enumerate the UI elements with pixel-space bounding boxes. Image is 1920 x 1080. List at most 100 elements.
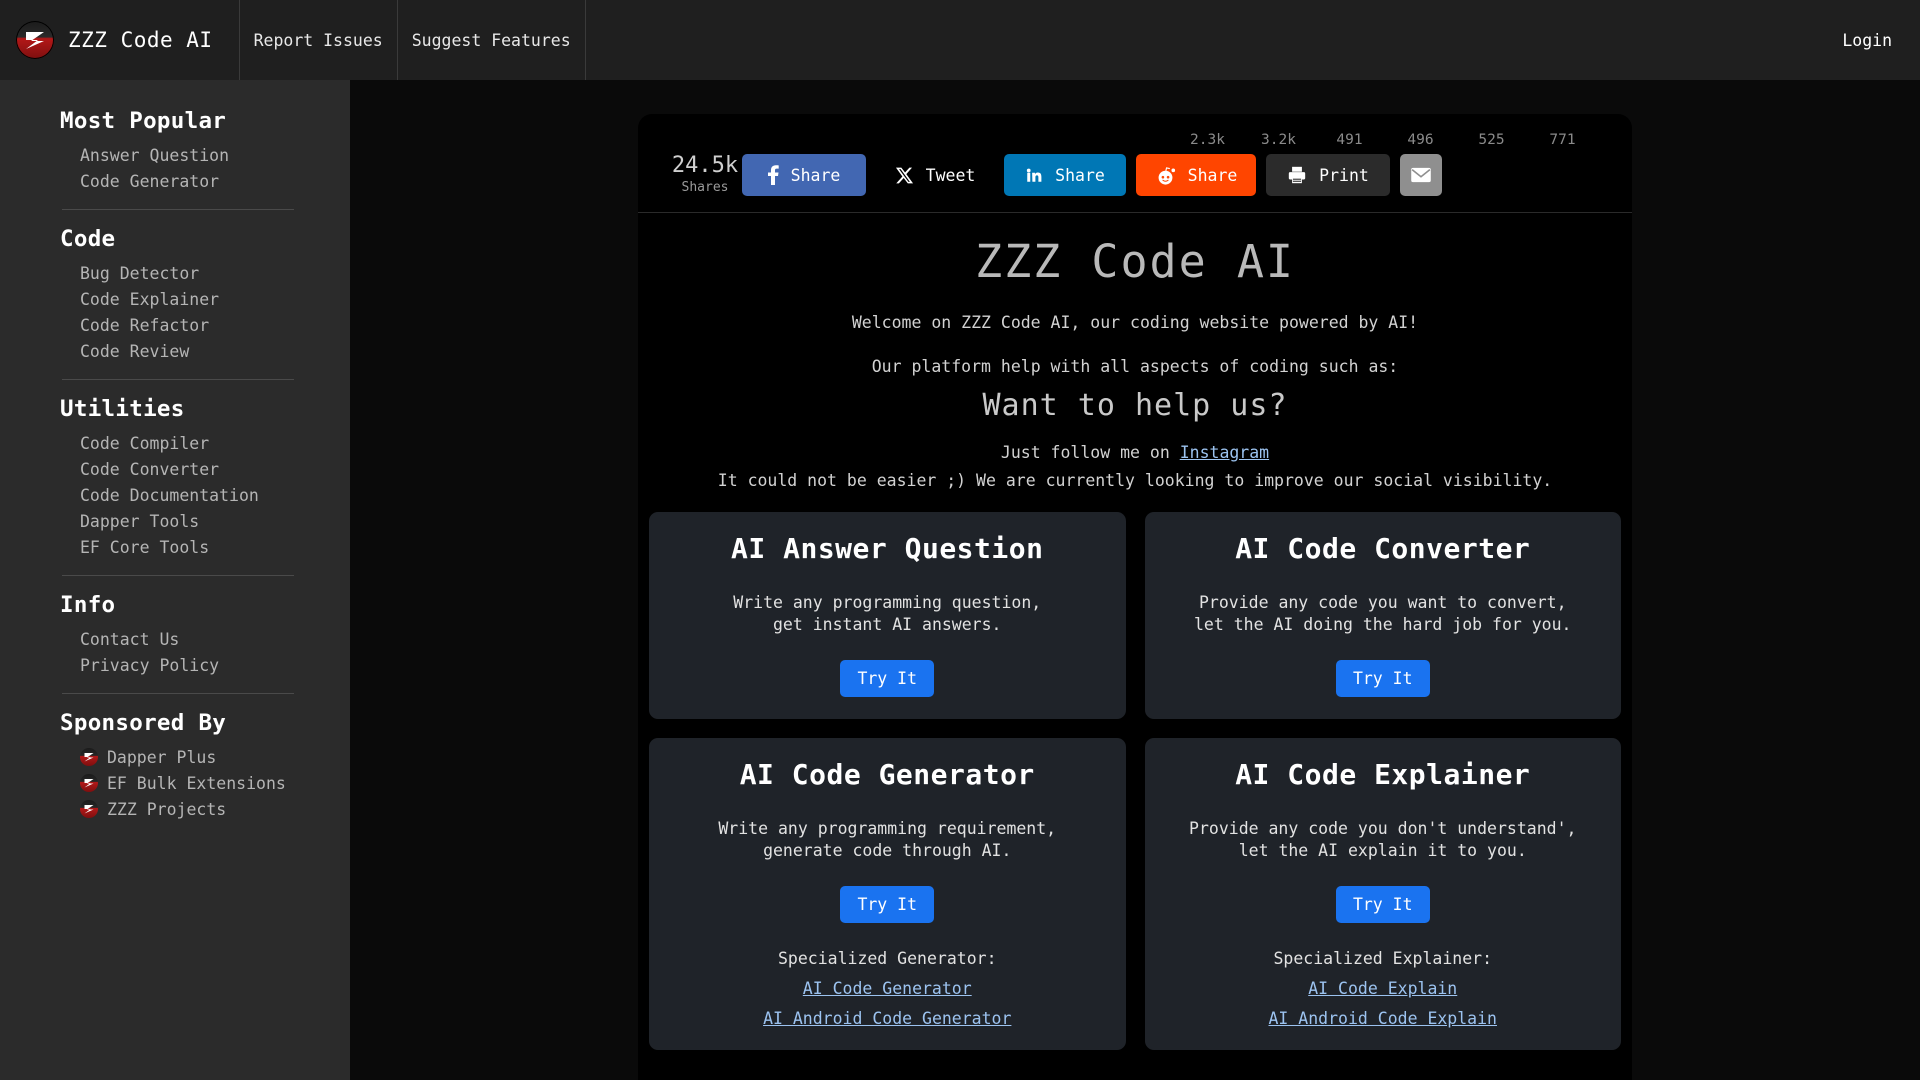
feature-card-ai-code-converter: AI Code Converter Provide any code you wa… xyxy=(1144,512,1621,720)
lightning-bolt-shape xyxy=(84,753,94,762)
try-it-button[interactable]: Try It xyxy=(1335,660,1430,698)
sidebar-item-code-refactor[interactable]: Code Refactor xyxy=(60,312,294,338)
card-description-line1: Write any programming question, xyxy=(733,593,1042,613)
card-description: Write any programming requirement, genera… xyxy=(667,818,1108,862)
card-title: AI Code Explainer xyxy=(1235,758,1531,792)
main-content: 2.3k 3.2k 491 496 525 771 24.5k Shares Share xyxy=(350,80,1920,1080)
total-shares: 24.5k Shares xyxy=(668,153,742,196)
sidebar-item-privacy-policy[interactable]: Privacy Policy xyxy=(60,652,294,678)
sidebar-group-most-popular: Most Popular Answer Question Code Generato… xyxy=(60,108,294,194)
print-label: Print xyxy=(1319,165,1369,185)
sidebar-group-title: Code xyxy=(60,226,116,252)
sidebar-divider xyxy=(62,693,294,694)
sidebar-item-bug-detector[interactable]: Bug Detector xyxy=(60,260,294,286)
sidebar-group-title: Most Popular xyxy=(60,108,227,134)
visibility-text: It could not be easier ;) We are current… xyxy=(717,471,1553,491)
card-description: Provide any code you want to convert, let… xyxy=(1163,592,1604,636)
sidebar-group-code: Code Bug Detector Code Explainer Code Refac… xyxy=(60,226,294,364)
sidebar-item-code-compiler[interactable]: Code Compiler xyxy=(60,430,294,456)
sidebar-item-code-explainer[interactable]: Code Explainer xyxy=(60,286,294,312)
try-it-button[interactable]: Try It xyxy=(1335,886,1430,924)
sidebar-group-sponsored-by: Sponsored By Dapper Plus EF Bulk Extension… xyxy=(60,710,294,822)
total-shares-label: Shares xyxy=(681,180,729,195)
nav-link-report-issues[interactable]: Report Issues xyxy=(238,0,397,80)
sidebar-item-ef-core-tools[interactable]: EF Core Tools xyxy=(60,534,294,560)
share-count-email: 771 xyxy=(1549,132,1576,148)
card-title: AI Code Converter xyxy=(1235,532,1531,566)
reddit-share-button[interactable]: Share xyxy=(1136,154,1256,196)
lightning-bolt-shape xyxy=(84,779,94,788)
card-title: AI Code Generator xyxy=(739,758,1035,792)
specialized-link-1[interactable]: AI Code Explain xyxy=(1163,979,1604,998)
envelope-icon xyxy=(1410,167,1432,183)
brand[interactable]: ZZZ Code AI xyxy=(16,21,239,59)
share-count-print: 525 xyxy=(1478,132,1505,148)
specialized-link-2[interactable]: AI Android Code Explain xyxy=(1163,1009,1604,1028)
facebook-share-button[interactable]: Share xyxy=(742,154,866,196)
zzz-bolt-logo-icon xyxy=(80,774,98,792)
try-it-button[interactable]: Try It xyxy=(840,886,935,924)
email-share-button[interactable] xyxy=(1400,154,1442,196)
sidebar-item-code-review[interactable]: Code Review xyxy=(60,338,294,364)
linkedin-share-button[interactable]: Share xyxy=(1004,154,1126,196)
sidebar: Most Popular Answer Question Code Generato… xyxy=(0,80,350,1080)
content-panel: 2.3k 3.2k 491 496 525 771 24.5k Shares Share xyxy=(638,114,1632,1080)
share-count-reddit: 496 xyxy=(1407,132,1434,148)
linkedin-share-label: Share xyxy=(1055,165,1105,185)
instagram-link[interactable]: Instagram xyxy=(1180,443,1269,462)
linkedin-icon xyxy=(1025,166,1043,184)
share-count-facebook: 2.3k xyxy=(1190,132,1225,148)
feature-cards-grid: AI Answer Question Write any programming … xyxy=(638,494,1632,1051)
printer-icon xyxy=(1287,166,1307,184)
share-count-twitter: 3.2k xyxy=(1261,132,1296,148)
follow-line: Just follow me on Instagram xyxy=(678,443,1592,462)
sidebar-item-contact-us[interactable]: Contact Us xyxy=(60,626,294,652)
share-counts: 2.3k 3.2k 491 496 525 771 xyxy=(668,132,1602,148)
hero-section: ZZZ Code AI Welcome on ZZZ Code AI, our … xyxy=(638,213,1632,494)
social-share-bar: 2.3k 3.2k 491 496 525 771 24.5k Shares Share xyxy=(638,114,1632,213)
sidebar-item-code-converter[interactable]: Code Converter xyxy=(60,456,294,482)
sidebar-item-code-generator[interactable]: Code Generator xyxy=(60,168,294,194)
specialized-link-1[interactable]: AI Code Generator xyxy=(667,979,1108,998)
help-heading: Want to help us? xyxy=(982,388,1288,424)
print-button[interactable]: Print xyxy=(1266,154,1390,196)
sponsor-item-ef-bulk-extensions[interactable]: EF Bulk Extensions xyxy=(60,770,294,796)
nav-link-suggest-features[interactable]: Suggest Features xyxy=(396,0,586,80)
total-shares-number: 24.5k xyxy=(671,153,739,178)
sidebar-content: Most Popular Answer Question Code Generato… xyxy=(0,108,350,822)
facebook-icon xyxy=(767,165,779,185)
card-description-line2: let the AI explain it to you. xyxy=(1238,841,1527,861)
card-description: Provide any code you don't understand', l… xyxy=(1163,818,1604,862)
feature-card-ai-code-generator: AI Code Generator Write any programming r… xyxy=(649,738,1126,1051)
feature-card-ai-code-explainer: AI Code Explainer Provide any code you do… xyxy=(1144,738,1621,1051)
facebook-share-label: Share xyxy=(790,165,841,185)
zzz-bolt-logo-icon xyxy=(80,800,98,818)
sidebar-group-utilities: Utilities Code Compiler Code Converter Code… xyxy=(60,396,294,560)
card-title: AI Answer Question xyxy=(731,532,1044,566)
hero-welcome-text: Welcome on ZZZ Code AI, our coding websi… xyxy=(851,313,1419,332)
specialized-link-2[interactable]: AI Android Code Generator xyxy=(667,1009,1108,1028)
card-description-line2: generate code through AI. xyxy=(763,841,1012,861)
lightning-bolt-shape xyxy=(84,805,94,814)
nav-right: Login xyxy=(1842,31,1892,50)
x-icon xyxy=(895,166,914,185)
sidebar-item-code-documentation[interactable]: Code Documentation xyxy=(60,482,294,508)
sponsor-item-dapper-plus[interactable]: Dapper Plus xyxy=(60,744,294,770)
share-count-linkedin: 491 xyxy=(1336,132,1363,148)
share-buttons-row: 24.5k Shares Share Tweet Share Share Pri… xyxy=(668,148,1602,212)
try-it-button[interactable]: Try It xyxy=(840,660,935,698)
sidebar-group-title: Sponsored By xyxy=(60,710,227,736)
sidebar-item-answer-question[interactable]: Answer Question xyxy=(60,142,294,168)
zzz-bolt-logo-icon xyxy=(16,21,54,59)
sidebar-divider xyxy=(62,209,294,210)
sidebar-item-dapper-tools[interactable]: Dapper Tools xyxy=(60,508,294,534)
sponsor-item-zzz-projects[interactable]: ZZZ Projects xyxy=(60,796,294,822)
login-link[interactable]: Login xyxy=(1842,31,1892,50)
card-description-line1: Write any programming requirement, xyxy=(718,819,1057,839)
follow-prefix: Just follow me on xyxy=(1000,443,1180,463)
card-description-line2: get instant AI answers. xyxy=(773,615,1002,635)
lightning-bolt-shape xyxy=(26,32,44,49)
reddit-share-label: Share xyxy=(1187,165,1238,185)
sidebar-divider xyxy=(62,575,294,576)
twitter-tweet-button[interactable]: Tweet xyxy=(876,154,994,196)
